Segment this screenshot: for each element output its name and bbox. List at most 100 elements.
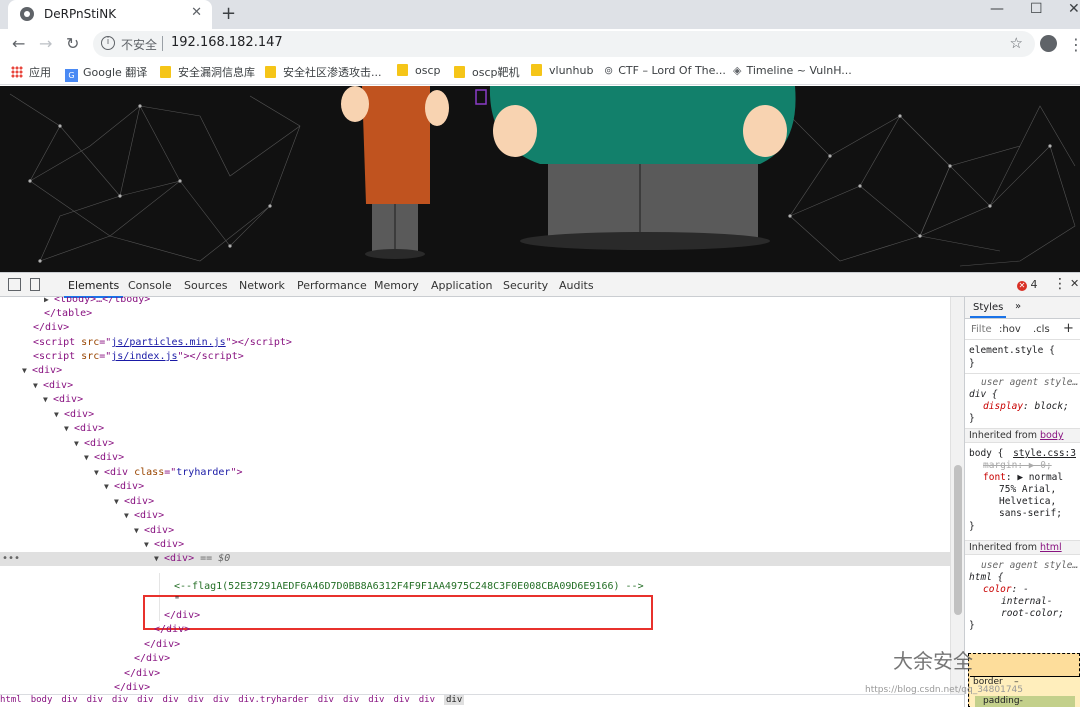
dom-node-close-div[interactable]: </div> (124, 667, 160, 681)
margin-declaration[interactable]: margin: ▶ 0; (983, 460, 1052, 472)
dom-node-close-div[interactable]: </div> (144, 638, 180, 652)
dom-text-node[interactable]: " (174, 594, 180, 608)
bookmark-google-translate[interactable]: G Google 翻译 (65, 64, 147, 82)
breadcrumb-item[interactable]: div (162, 695, 178, 705)
back-icon[interactable]: ← (12, 34, 25, 53)
info-icon[interactable]: i (101, 36, 115, 50)
dom-node-tbody[interactable]: ▶ <tbody>…</tbody> (44, 297, 150, 307)
menu-dots-icon[interactable]: ⋮ (1068, 35, 1080, 54)
error-counter[interactable]: ✕ 4 (1017, 278, 1038, 291)
bookmark-apps[interactable]: 应用 (11, 64, 51, 80)
elements-scrollbar[interactable] (950, 297, 964, 694)
dom-node-div[interactable]: ▼ <div> (144, 538, 184, 552)
dom-node-div[interactable]: ▼ <div> (84, 451, 124, 465)
dom-node-div[interactable]: ▼ <div> (134, 524, 174, 538)
inspect-element-icon[interactable] (8, 278, 21, 291)
dom-node-close-table[interactable]: </table> (44, 307, 92, 321)
filter-input[interactable]: Filte (971, 324, 992, 335)
dom-node-close-div[interactable]: </div> (154, 623, 190, 637)
row-ellipsis[interactable]: ••• (2, 552, 20, 566)
dom-node-div[interactable]: ▼ <div> (74, 437, 114, 451)
breadcrumb-item[interactable]: div (393, 695, 409, 705)
breadcrumb-item[interactable]: div (137, 695, 153, 705)
breadcrumb-item[interactable]: div (318, 695, 334, 705)
breadcrumb-item[interactable]: body (31, 695, 53, 705)
dom-node-div[interactable]: ▼ <div> (64, 422, 104, 436)
browser-tab[interactable]: DeRPnStiNK ✕ (8, 0, 212, 29)
breadcrumb-item[interactable]: div (188, 695, 204, 705)
element-style-rule[interactable]: element.style { (969, 345, 1055, 357)
stylesheet-link[interactable]: style.css:3 (1013, 448, 1076, 459)
address-bar[interactable]: i 不安全 192.168.182.147 ☆ (93, 31, 1035, 57)
bookmark-folder-5[interactable]: vlunhub (531, 64, 593, 77)
devtools-menu-icon[interactable]: ⋮ (1053, 276, 1067, 292)
script-src-link[interactable]: js/index.js (111, 351, 177, 362)
new-rule-icon[interactable]: + (1063, 321, 1074, 336)
breadcrumb-item[interactable]: div (343, 695, 359, 705)
profile-avatar-icon[interactable] (1040, 35, 1057, 52)
dom-node-div[interactable]: ▼ <div> (22, 364, 62, 378)
url-text[interactable]: 192.168.182.147 (171, 35, 283, 50)
bookmark-ctf[interactable]: ⊚ CTF – Lord Of The... (604, 64, 726, 77)
display-declaration[interactable]: display: block; (983, 401, 1069, 413)
dom-comment-flag[interactable]: <--flag1(52E37291AEDF6A46D7D0BB8A6312F4F… (174, 580, 644, 594)
dom-node-div[interactable]: ▼ <div> (33, 379, 73, 393)
bookmark-folder-4[interactable]: oscp靶机 (454, 64, 520, 80)
tab-sources[interactable]: Sources (184, 279, 228, 292)
maximize-icon[interactable]: ☐ (1030, 1, 1043, 17)
dom-node-close-div[interactable]: </div> (164, 609, 200, 623)
breadcrumb-item[interactable]: div (368, 695, 384, 705)
close-window-icon[interactable]: ✕ (1068, 1, 1080, 17)
bookmark-folder-1[interactable]: 安全漏洞信息库 (160, 64, 255, 80)
hover-state-toggle[interactable]: :hov (999, 324, 1021, 335)
breadcrumb-item[interactable]: html (0, 695, 22, 705)
forward-icon[interactable]: → (39, 34, 52, 53)
div-selector[interactable]: div { (969, 389, 998, 401)
bookmark-folder-3[interactable]: oscp (397, 64, 441, 77)
html-selector[interactable]: html { (969, 572, 1003, 584)
tab-styles[interactable]: Styles (969, 302, 1007, 318)
dom-node-close-div[interactable]: </div> (114, 681, 150, 692)
bookmark-timeline[interactable]: ◈ Timeline ~ VulnH... (733, 64, 852, 77)
scrollbar-thumb[interactable] (954, 465, 962, 615)
body-selector[interactable]: body { style.css:3 (969, 448, 1076, 460)
breadcrumb-item[interactable]: div (61, 695, 77, 705)
dom-node-div[interactable]: ▼ <div> (114, 495, 154, 509)
dom-node-div-selected[interactable]: ▼ <div> == $0 (154, 552, 230, 566)
bookmark-folder-2[interactable]: 安全社区渗透攻击... (265, 64, 382, 80)
dom-node-script-index[interactable]: <script src="js/index.js"></script> (33, 350, 244, 364)
breadcrumb-item[interactable]: div.tryharder (238, 695, 308, 705)
breadcrumb-item[interactable]: div (112, 695, 128, 705)
dom-node-close-div[interactable]: </div> (33, 321, 69, 335)
breadcrumb-item[interactable]: div (419, 695, 435, 705)
dom-node-div[interactable]: ▼ <div> (124, 509, 164, 523)
tab-security[interactable]: Security (503, 279, 548, 292)
color-declaration[interactable]: color: - (983, 584, 1029, 596)
tab-application[interactable]: Application (431, 279, 492, 292)
breadcrumb-item[interactable]: div (87, 695, 103, 705)
breadcrumb-item-current[interactable]: div (444, 695, 465, 705)
new-tab-icon[interactable]: + (221, 3, 236, 24)
dom-node-close-div[interactable]: </div> (134, 652, 170, 666)
close-tab-icon[interactable]: ✕ (191, 5, 202, 20)
script-src-link[interactable]: js/particles.min.js (111, 337, 225, 348)
tab-network[interactable]: Network (239, 279, 285, 292)
class-toggle[interactable]: .cls (1033, 324, 1050, 335)
dom-node-script-particles[interactable]: <script src="js/particles.min.js"></scri… (33, 336, 292, 350)
minimize-icon[interactable]: — (990, 1, 1004, 17)
reload-icon[interactable]: ↻ (66, 34, 79, 53)
tab-memory[interactable]: Memory (374, 279, 419, 292)
font-declaration[interactable]: font: ▶ normal (983, 472, 1063, 484)
device-toolbar-icon[interactable] (30, 278, 40, 291)
security-label[interactable]: 不安全 (121, 36, 157, 53)
tab-performance[interactable]: Performance (297, 279, 367, 292)
box-model-diagram[interactable]: border – padding- (968, 653, 1080, 707)
devtools-close-icon[interactable]: ✕ (1070, 277, 1079, 290)
dom-node-div[interactable]: ▼ <div> (104, 480, 144, 494)
bookmark-star-icon[interactable]: ☆ (1010, 34, 1023, 52)
dom-node-div-tryharder[interactable]: ▼ <div class="tryharder"> (94, 466, 243, 480)
dom-node-div[interactable]: ▼ <div> (54, 408, 94, 422)
dom-node-div[interactable]: ▼ <div> (43, 393, 83, 407)
breadcrumb-item[interactable]: div (213, 695, 229, 705)
more-tabs-icon[interactable]: » (1015, 301, 1021, 312)
